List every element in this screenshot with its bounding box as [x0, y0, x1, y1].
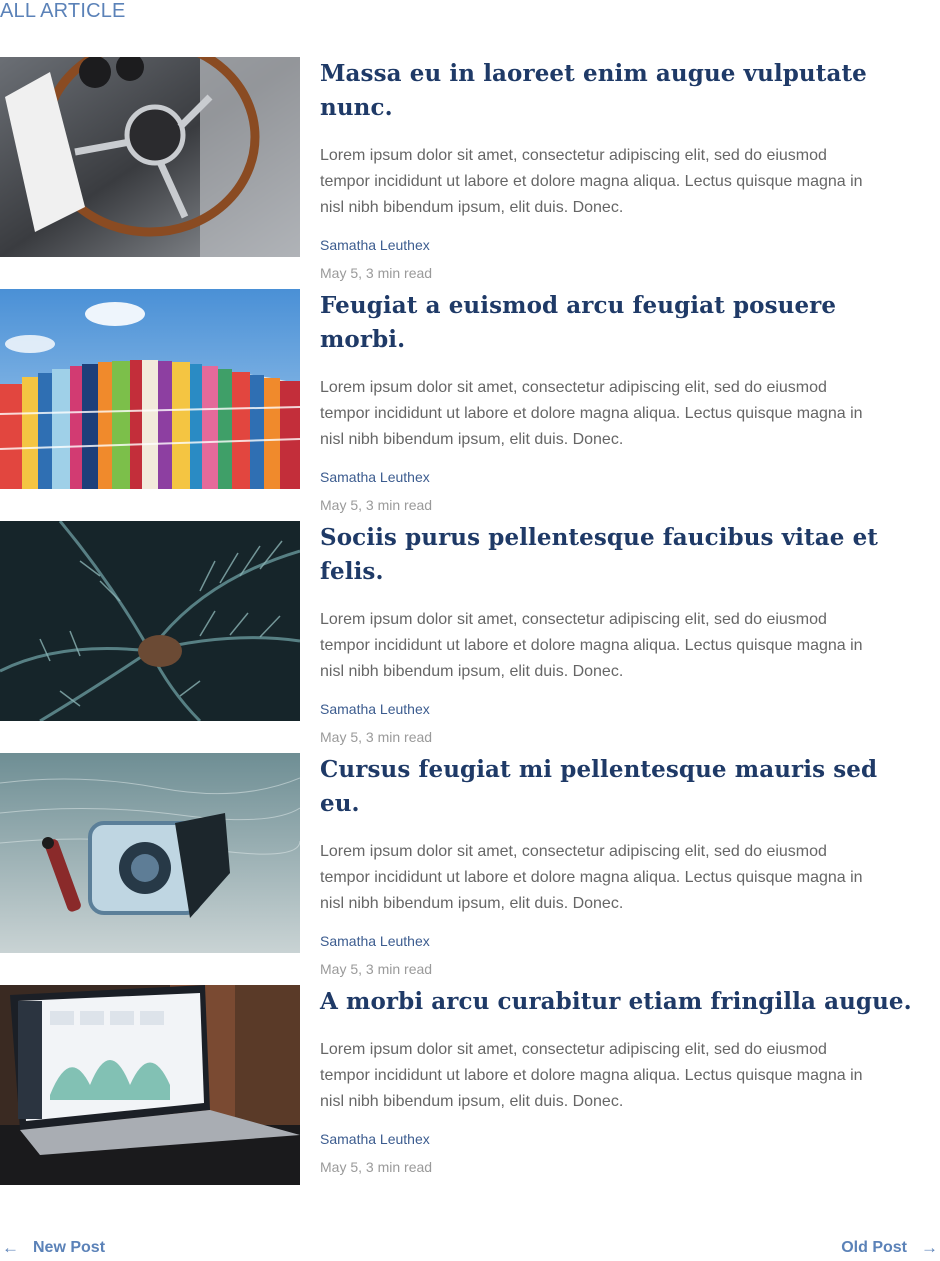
- article-title[interactable]: Feugiat a euismod arcu feugiat posuere m…: [320, 289, 920, 357]
- article-excerpt: Lorem ipsum dolor sit amet, consectetur …: [320, 611, 863, 680]
- article-excerpt: Lorem ipsum dolor sit amet, consectetur …: [320, 379, 863, 448]
- article-meta: May 5, 3 min read: [320, 729, 433, 745]
- article-author[interactable]: Samatha Leuthex: [320, 235, 920, 255]
- article-meta: May 5, 3 min read: [320, 265, 433, 281]
- article-author[interactable]: Samatha Leuthex: [320, 699, 920, 719]
- pagination: ← New Post Old Post →: [0, 1238, 940, 1261]
- section-title: ALL ARTICLE: [0, 0, 126, 22]
- underwater-camera-image: [0, 753, 300, 953]
- article-meta: May 5, 3 min read: [320, 497, 433, 513]
- old-post-label: Old Post: [841, 1239, 907, 1256]
- article-title[interactable]: Sociis purus pellentesque faucibus vitae…: [320, 521, 920, 589]
- article-card[interactable]: A morbi arcu curabitur etiam fringilla a…: [0, 985, 940, 1185]
- article-card[interactable]: Feugiat a euismod arcu feugiat posuere m…: [0, 289, 940, 513]
- article-card[interactable]: Massa eu in laoreet enim augue vulputate…: [0, 57, 940, 281]
- laptop-dashboard-image: [0, 985, 300, 1185]
- article-excerpt: Lorem ipsum dolor sit amet, consectetur …: [320, 1041, 863, 1110]
- colorful-building-image: [0, 289, 300, 489]
- new-post-link[interactable]: ← New Post: [2, 1238, 105, 1258]
- article-title[interactable]: A morbi arcu curabitur etiam fringilla a…: [320, 985, 920, 1019]
- article-author[interactable]: Samatha Leuthex: [320, 467, 920, 487]
- article-thumbnail-palm-leaves[interactable]: [0, 521, 300, 721]
- article-thumbnail-colorful-building[interactable]: [0, 289, 300, 489]
- article-card[interactable]: Cursus feugiat mi pellentesque mauris se…: [0, 753, 940, 977]
- article-author[interactable]: Samatha Leuthex: [320, 1129, 920, 1149]
- palm-leaves-image: [0, 521, 300, 721]
- article-excerpt: Lorem ipsum dolor sit amet, consectetur …: [320, 843, 863, 912]
- new-post-label: New Post: [33, 1239, 106, 1256]
- old-post-link[interactable]: Old Post →: [841, 1238, 938, 1258]
- article-title[interactable]: Cursus feugiat mi pellentesque mauris se…: [320, 753, 920, 821]
- article-card[interactable]: Sociis purus pellentesque faucibus vitae…: [0, 521, 940, 745]
- article-title[interactable]: Massa eu in laoreet enim augue vulputate…: [320, 57, 920, 125]
- arrow-left-icon: ←: [2, 1238, 19, 1257]
- article-meta: May 5, 3 min read: [320, 1159, 433, 1175]
- article-author[interactable]: Samatha Leuthex: [320, 931, 920, 951]
- article-thumbnail-laptop-dashboard[interactable]: [0, 985, 300, 1185]
- article-thumbnail-underwater-camera[interactable]: [0, 753, 300, 953]
- car-interior-image: [0, 57, 300, 257]
- article-excerpt: Lorem ipsum dolor sit amet, consectetur …: [320, 147, 863, 216]
- article-meta: May 5, 3 min read: [320, 961, 433, 977]
- article-thumbnail-car-interior[interactable]: [0, 57, 300, 257]
- arrow-right-icon: →: [921, 1238, 938, 1257]
